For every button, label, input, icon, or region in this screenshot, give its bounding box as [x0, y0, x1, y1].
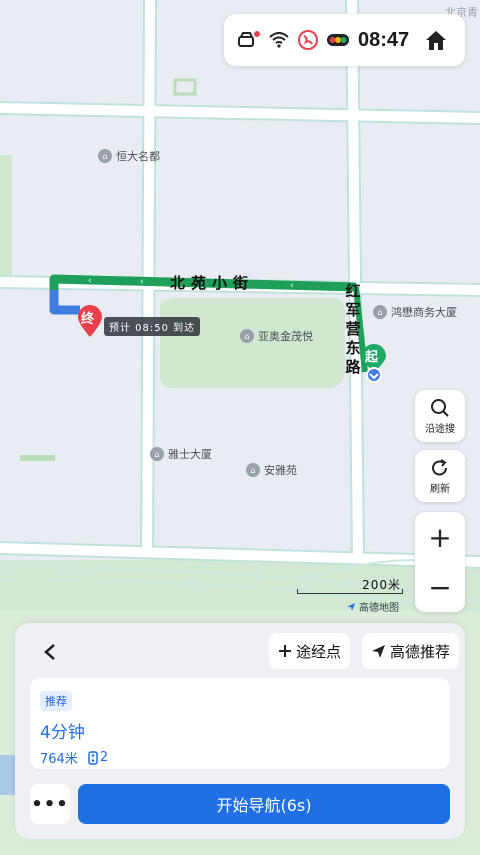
recommend-badge: 推荐 — [40, 691, 72, 711]
route-duration: 4分钟 — [40, 723, 85, 743]
poi-pin-icon: ⌂ — [240, 329, 254, 343]
svg-text:‹: ‹ — [140, 277, 144, 287]
along-route-search-button[interactable]: 沿途搜 — [415, 390, 465, 442]
end-marker[interactable]: 终 — [76, 304, 104, 342]
start-marker[interactable]: 起 — [360, 343, 388, 389]
poi-pin-icon: ⌂ — [98, 149, 112, 163]
poi-yashi[interactable]: ⌂ 雅士大厦 — [150, 446, 212, 462]
chevron-left-icon — [44, 644, 55, 660]
refresh-label: 刷新 — [430, 483, 450, 495]
back-button[interactable] — [35, 637, 65, 667]
clock: 08:47 — [358, 28, 410, 51]
traffic-light-icon — [327, 34, 349, 46]
zoom-control: + − — [415, 512, 465, 612]
send-icon — [372, 644, 385, 658]
refresh-icon — [432, 458, 447, 475]
eta-tag: 预计 08:50 到达 — [104, 317, 201, 336]
route-traffic-lights: 2 — [99, 750, 109, 765]
svg-text:‹: ‹ — [88, 276, 92, 286]
start-marker-label: 起 — [365, 350, 379, 365]
route-panel: 途经点 高德推荐 推荐 4分钟 764米 2 ••• 开始导航(6s) — [15, 623, 465, 839]
zoom-in-button[interactable]: + — [415, 512, 465, 562]
amap-recommend-button[interactable]: 高德推荐 — [362, 633, 460, 669]
signal-off-icon — [298, 30, 318, 50]
poi-hengda[interactable]: ⌂ 恒大名都 — [98, 148, 160, 164]
add-waypoint-button[interactable]: 途经点 — [269, 633, 351, 669]
poi-anyayuan[interactable]: ⌂ 安雅苑 — [246, 462, 297, 478]
car-icon — [238, 31, 260, 49]
svg-text:‹: ‹ — [290, 281, 294, 291]
route-distance: 764米 — [40, 752, 78, 767]
zoom-out-button[interactable]: − — [415, 562, 465, 612]
more-options-button[interactable]: ••• — [30, 784, 70, 824]
poi-pin-icon: ⌂ — [150, 447, 164, 461]
poi-yaao[interactable]: ⌂ 亚奥金茂悦 — [240, 328, 313, 344]
end-marker-label: 终 — [81, 312, 95, 327]
start-navigation-button[interactable]: 开始导航(6s) — [78, 784, 450, 824]
route-option-card[interactable]: 推荐 4分钟 764米 2 — [30, 678, 450, 769]
map-logo: 高德地图 — [346, 599, 399, 614]
map-scale: 200米 — [297, 578, 403, 594]
search-icon — [431, 398, 449, 417]
plus-icon — [279, 645, 291, 657]
amap-recommend-label: 高德推荐 — [390, 642, 451, 661]
along-route-search-label: 沿途搜 — [425, 423, 455, 435]
poi-pin-icon: ⌂ — [246, 463, 260, 477]
wifi-icon — [269, 32, 289, 48]
add-waypoint-label: 途经点 — [296, 642, 342, 661]
home-icon[interactable] — [423, 27, 449, 53]
map-logo-text: 高德地图 — [359, 603, 399, 614]
route-meta: 764米 2 — [40, 748, 440, 767]
road-label-beiyuan: 北苑小街 — [170, 274, 255, 292]
poi-pin-icon: ⌂ — [373, 305, 387, 319]
traffic-light-icon — [88, 750, 98, 765]
poi-hongmao[interactable]: ⌂ 鸿懋商务大厦 — [373, 304, 457, 320]
refresh-button[interactable]: 刷新 — [415, 450, 465, 502]
status-bar: 08:47 — [224, 14, 465, 66]
navigation-arrow-icon — [347, 602, 355, 611]
